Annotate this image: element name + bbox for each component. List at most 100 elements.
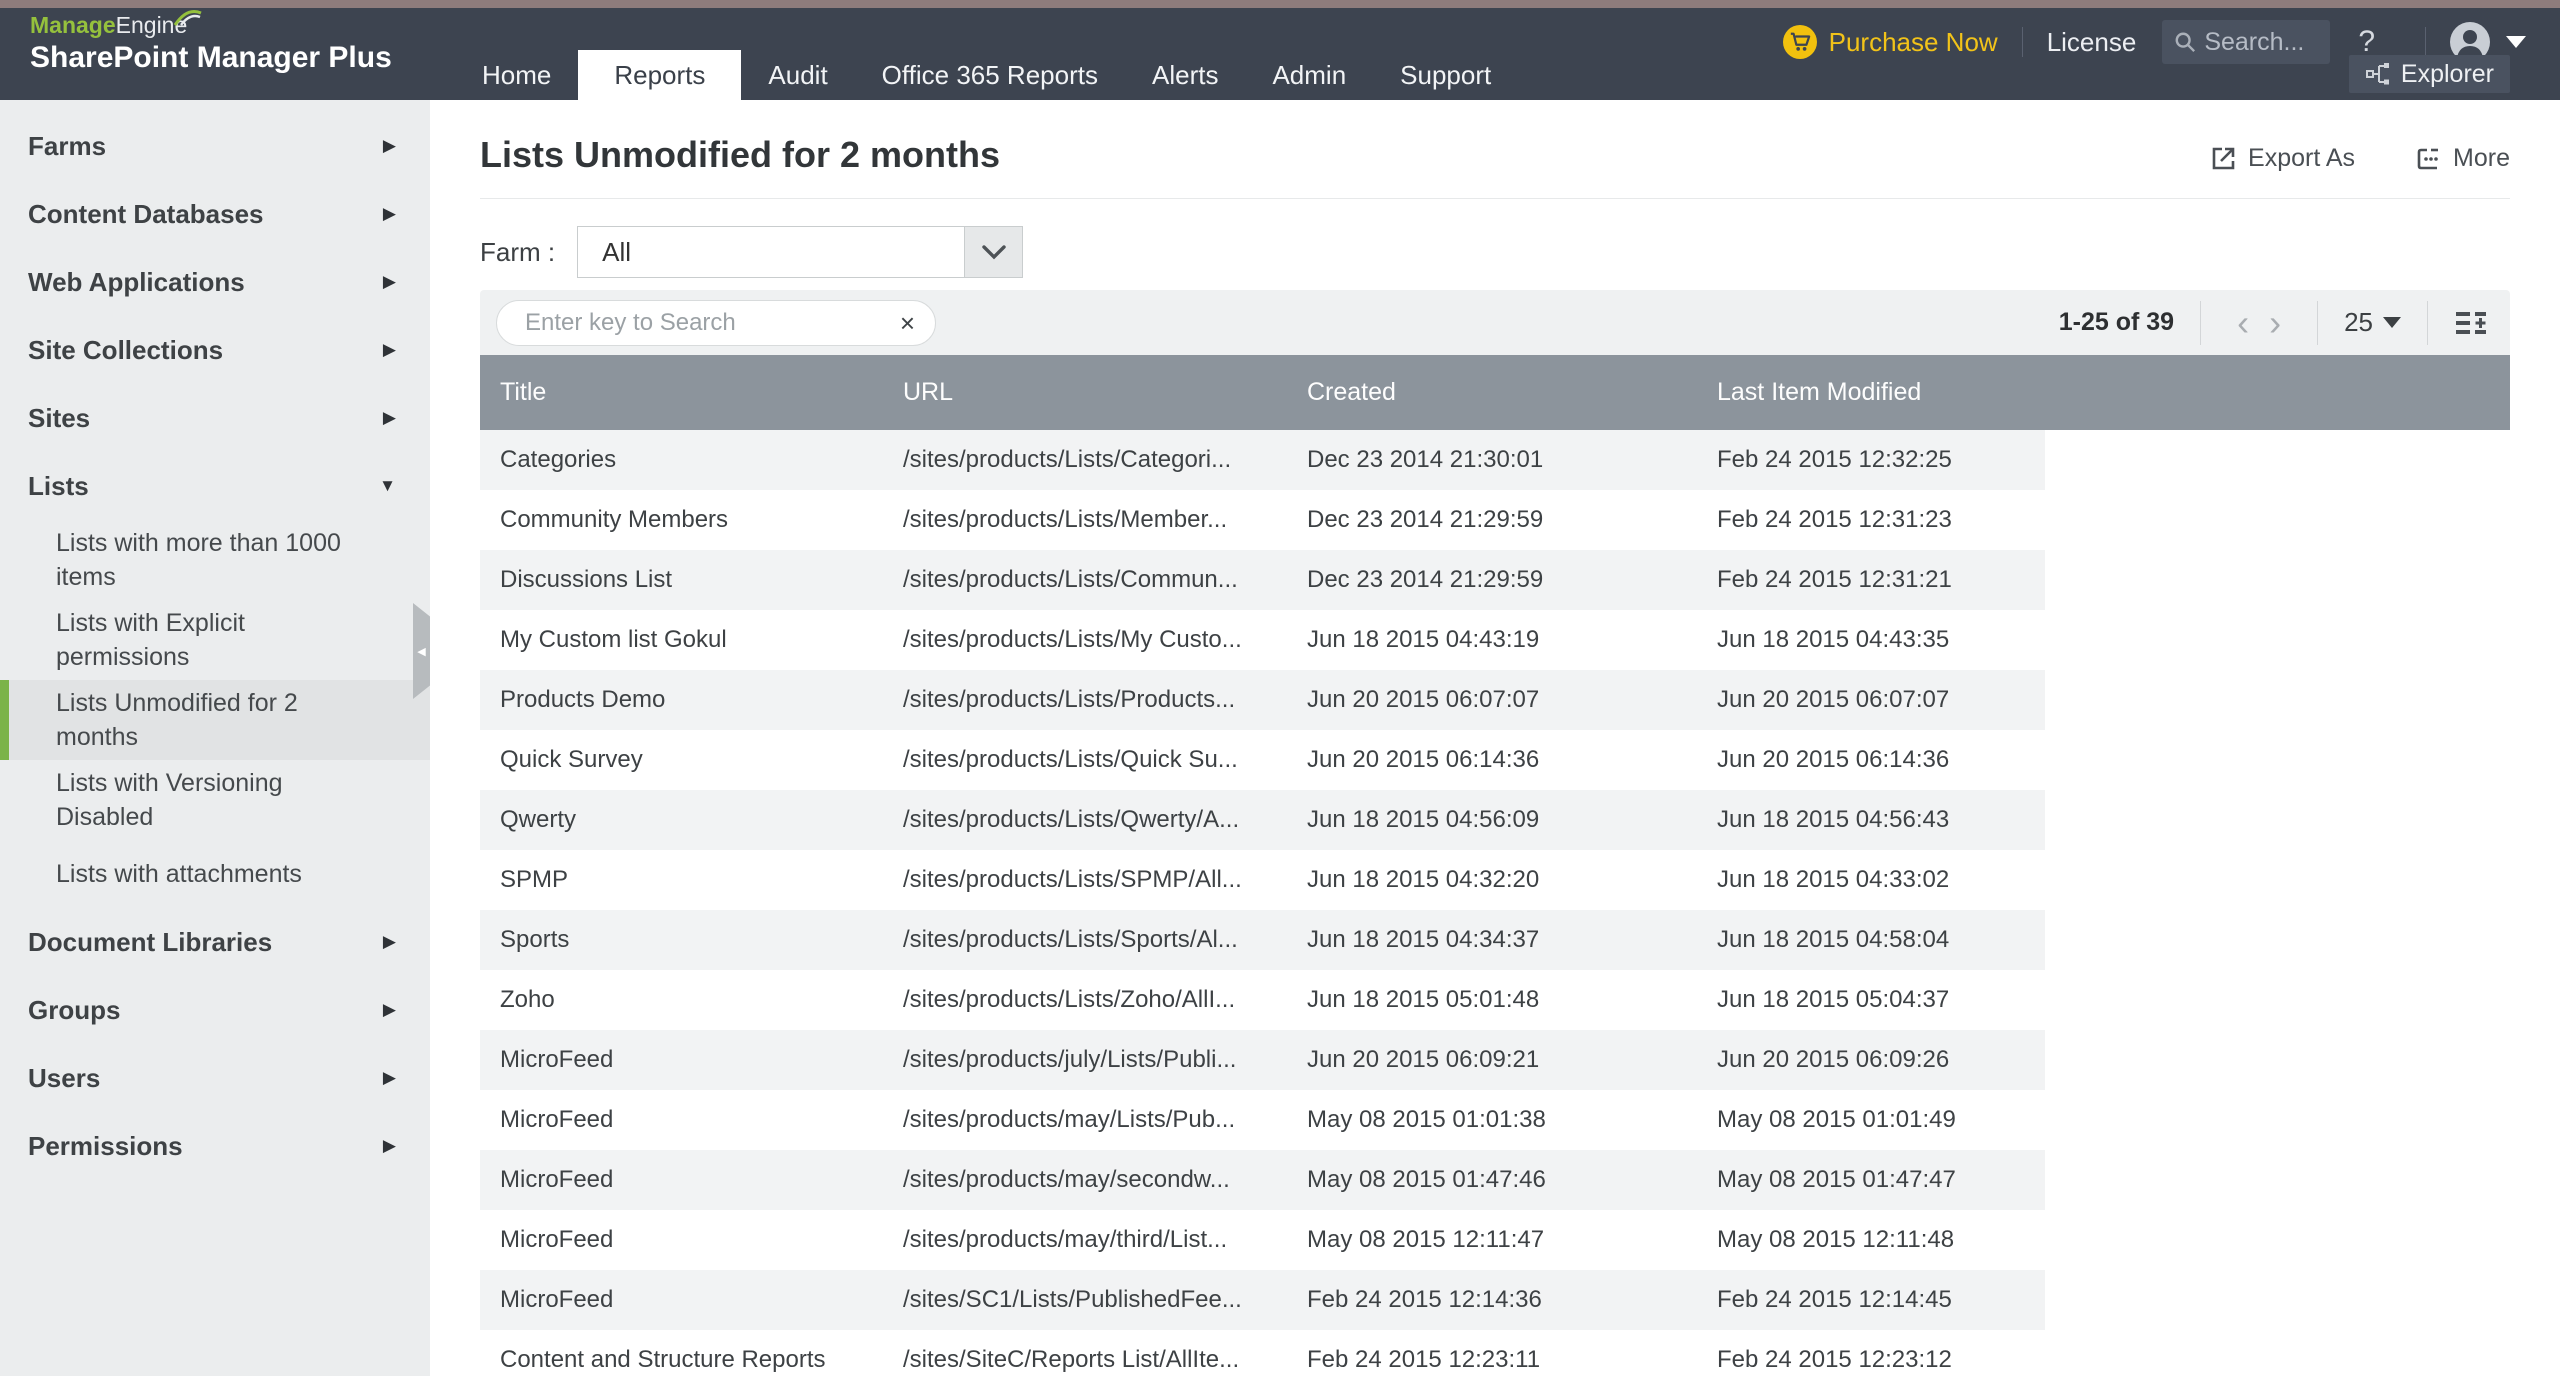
cart-icon[interactable] (1782, 25, 1817, 59)
export-as-button[interactable]: Export As (2210, 144, 2355, 173)
sidebar-item-label: Permissions (28, 1130, 183, 1161)
page-title: Lists Unmodified for 2 months (480, 134, 1001, 175)
sidebar-item-label: Content Databases (28, 198, 264, 229)
cell-created: Jun 20 2015 06:09:21 (1307, 1046, 1540, 1073)
user-menu-caret-icon[interactable] (2506, 36, 2526, 48)
cell-last-item-modified: Feb 24 2015 12:32:25 (1717, 446, 1952, 473)
purchase-now-link[interactable]: Purchase Now (1829, 27, 1998, 58)
sidebar-item[interactable]: Farms ▶ (0, 112, 430, 180)
product-name: SharePoint Manager Plus (30, 41, 392, 74)
table-row[interactable]: MicroFeed /sites/SC1/Lists/PublishedFee.… (480, 1270, 2045, 1330)
sidebar-item-label: Farms (28, 130, 107, 161)
column-header-last-item-modified[interactable]: Last Item Modified (1697, 378, 2510, 407)
explorer-button[interactable]: Explorer (2348, 55, 2510, 93)
table-row[interactable]: Discussions List /sites/products/Lists/C… (480, 550, 2045, 610)
table-search-box[interactable]: × (496, 299, 936, 346)
sidebar-item[interactable]: Web Applications ▶ (0, 248, 430, 316)
sidebar-item[interactable]: Site Collections ▶ (0, 316, 430, 384)
farm-select[interactable]: All (577, 226, 1024, 278)
sidebar-collapse-handle[interactable]: ◀ (413, 603, 430, 699)
table-row[interactable]: MicroFeed /sites/products/may/third/List… (480, 1210, 2045, 1270)
sidebar-item-arrow-icon: ▶ (382, 340, 396, 359)
sidebar-item[interactable]: Lists ▼ (0, 452, 430, 520)
nav-tab[interactable]: Support (1373, 50, 1518, 100)
cell-url: /sites/products/may/Lists/Pub... (903, 1106, 1236, 1133)
nav-tab[interactable]: Admin (1245, 50, 1373, 100)
cell-title: MicroFeed (500, 1226, 614, 1253)
sidebar-item-arrow-icon: ▼ (379, 476, 396, 495)
table-row[interactable]: Community Members /sites/products/Lists/… (480, 490, 2045, 550)
sidebar-item-arrow-icon: ▶ (382, 204, 396, 223)
table-row[interactable]: MicroFeed /sites/products/may/secondw...… (480, 1150, 2045, 1210)
table-row[interactable]: Zoho /sites/products/Lists/Zoho/AllI... … (480, 970, 2045, 1030)
sidebar-item[interactable]: Groups ▶ (0, 976, 430, 1044)
column-header-created[interactable]: Created (1287, 378, 1697, 407)
sidebar: Farms ▶ Content Databases ▶ Web Applicat… (0, 100, 430, 1376)
cell-last-item-modified: May 08 2015 01:01:49 (1717, 1106, 1956, 1133)
sidebar-item[interactable]: Sites ▶ (0, 384, 430, 452)
sidebar-item[interactable]: Lists Unmodified for 2 months (0, 680, 430, 760)
table-search-input[interactable] (523, 307, 891, 338)
sidebar-item-label: Lists Unmodified for 2 months (56, 689, 298, 751)
sidebar-item-arrow-icon: ▶ (382, 272, 396, 291)
clear-search-icon[interactable]: × (900, 310, 915, 336)
nav-tab[interactable]: Home (455, 50, 578, 100)
sidebar-item[interactable]: Users ▶ (0, 1044, 430, 1112)
nav-tab-label: Audit (768, 60, 828, 90)
table-row[interactable]: MicroFeed /sites/products/july/Lists/Pub… (480, 1030, 2045, 1090)
table-row[interactable]: Content and Structure Reports /sites/Sit… (480, 1330, 2045, 1376)
help-icon[interactable]: ? (2358, 25, 2375, 59)
table-row[interactable]: MicroFeed /sites/products/may/Lists/Pub.… (480, 1090, 2045, 1150)
table-row[interactable]: My Custom list Gokul /sites/products/Lis… (480, 610, 2045, 670)
brand-logo[interactable]: ManageEngine SharePoint Manager Plus (30, 10, 392, 76)
nav-tab[interactable]: Alerts (1125, 50, 1245, 100)
column-header-url[interactable]: URL (883, 378, 1287, 407)
cell-url: /sites/products/Lists/Zoho/AllI... (903, 986, 1236, 1013)
nav-tab[interactable]: Office 365 Reports (855, 50, 1125, 100)
cell-last-item-modified: Feb 24 2015 12:14:45 (1717, 1286, 1952, 1313)
main-content: Lists Unmodified for 2 months Export As … (430, 100, 2560, 1376)
sidebar-item[interactable]: Document Libraries ▶ (0, 908, 430, 976)
cell-created: Feb 24 2015 12:14:36 (1307, 1286, 1542, 1313)
chevron-down-icon (981, 245, 1006, 260)
table-row[interactable]: SPMP /sites/products/Lists/SPMP/All... J… (480, 850, 2045, 910)
cell-last-item-modified: Jun 20 2015 06:14:36 (1717, 746, 1950, 773)
sidebar-item[interactable]: Lists with Versioning Disabled (0, 760, 430, 840)
nav-tab[interactable]: Reports (578, 50, 742, 100)
brand-manageengine: ManageEngine (30, 10, 202, 38)
table-toolbar: × 1-25 of 39 ‹ › 25 (480, 290, 2510, 355)
column-header-title[interactable]: Title (480, 378, 883, 407)
nav-tab-label: Office 365 Reports (881, 60, 1098, 90)
table-row[interactable]: Categories /sites/products/Lists/Categor… (480, 430, 2045, 490)
sidebar-item[interactable]: Lists with more than 1000 items (0, 520, 430, 600)
column-chooser-button[interactable] (2454, 308, 2488, 338)
cell-title: Discussions List (500, 566, 673, 593)
global-search-box[interactable]: Search... (2162, 20, 2331, 64)
sidebar-item[interactable]: Content Databases ▶ (0, 180, 430, 248)
next-page-icon[interactable]: › (2259, 304, 2291, 341)
export-as-label: Export As (2248, 144, 2356, 172)
cell-url: /sites/products/Lists/Quick Su... (903, 746, 1238, 773)
sidebar-item[interactable]: Lists with Explicit permissions (0, 600, 430, 680)
page-size-select[interactable]: 25 (2344, 307, 2401, 338)
export-icon (2212, 147, 2235, 169)
table-row[interactable]: Sports /sites/products/Lists/Sports/Al..… (480, 910, 2045, 970)
sidebar-item-label: Lists with more than 1000 items (56, 529, 341, 591)
sidebar-item[interactable]: Permissions ▶ (0, 1112, 430, 1180)
prev-page-icon[interactable]: ‹ (2227, 304, 2259, 341)
table-row[interactable]: Qwerty /sites/products/Lists/Qwerty/A...… (480, 790, 2045, 850)
cell-title: SPMP (500, 866, 569, 893)
title-divider (480, 198, 2510, 199)
nav-tab[interactable]: Audit (741, 50, 854, 100)
sidebar-item[interactable]: Lists with attachments (0, 840, 430, 908)
cell-last-item-modified: Feb 24 2015 12:31:23 (1717, 506, 1952, 533)
more-button[interactable]: More (2415, 144, 2510, 173)
table-header-row: Title URL Created Last Item Modified (480, 355, 2510, 430)
toolbar-divider (2317, 300, 2319, 345)
table-row[interactable]: Quick Survey /sites/products/Lists/Quick… (480, 730, 2045, 790)
license-link[interactable]: License (2047, 27, 2137, 58)
cell-title: Quick Survey (500, 746, 643, 773)
table-row[interactable]: Products Demo /sites/products/Lists/Prod… (480, 670, 2045, 730)
page-size-caret-icon (2383, 317, 2401, 328)
farm-dropdown-button[interactable] (965, 226, 1024, 278)
